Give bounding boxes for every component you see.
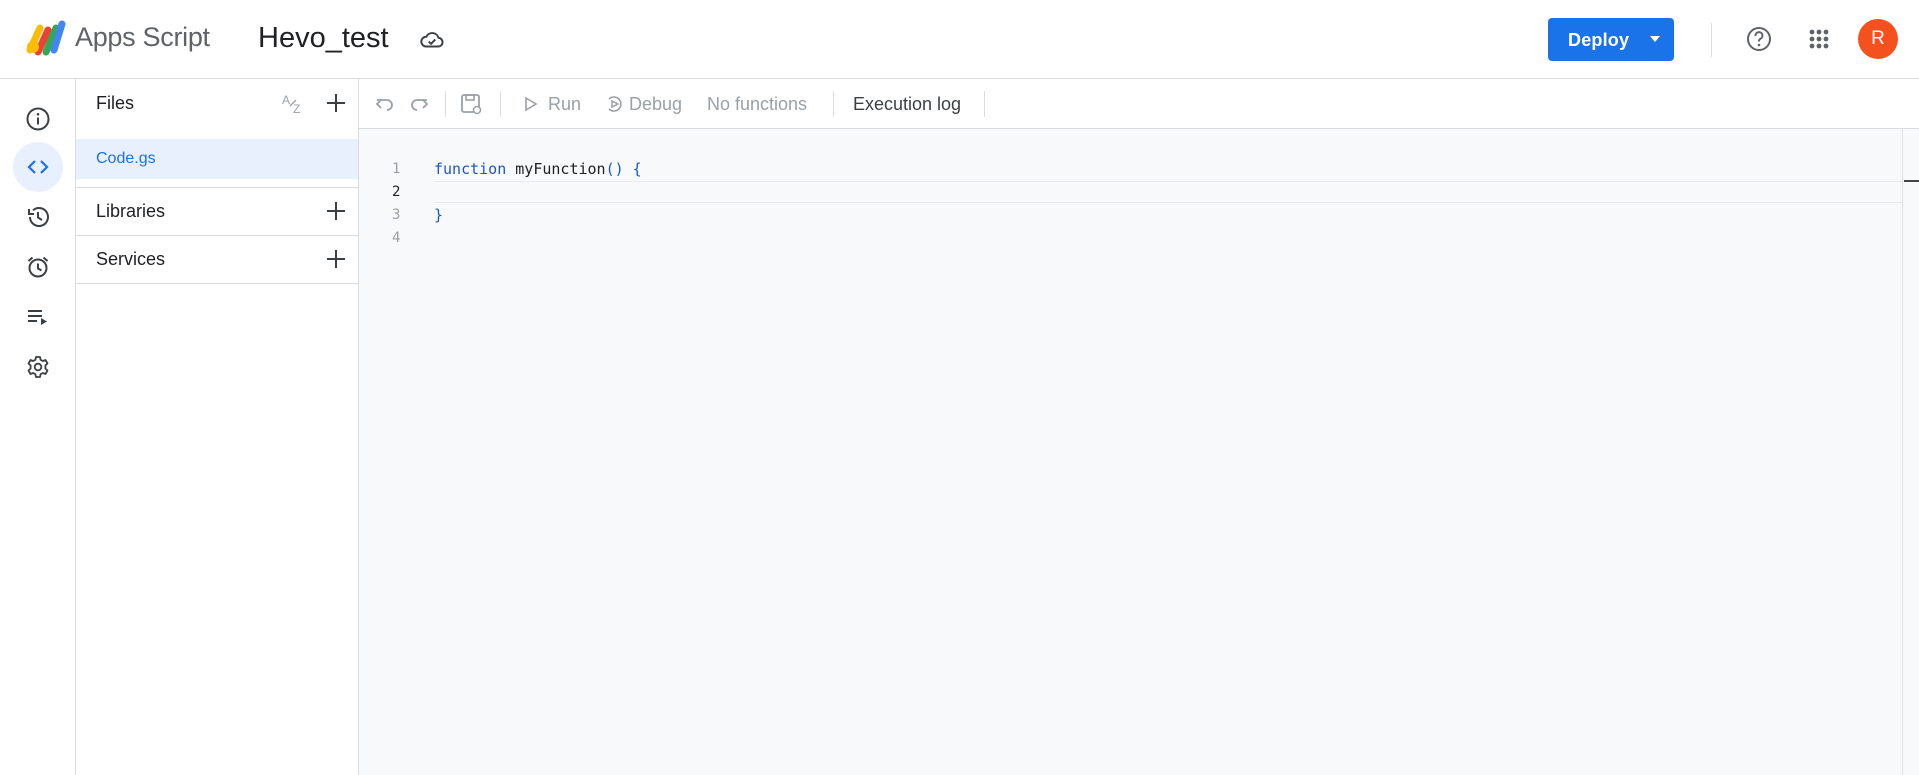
deploy-button[interactable]: Deploy — [1548, 18, 1674, 61]
executions-button[interactable] — [13, 292, 63, 342]
line-number: 2 — [392, 184, 401, 200]
deploy-label: Deploy — [1568, 30, 1630, 50]
app-name: Apps Script — [75, 22, 210, 52]
sort-az-icon[interactable]: A Z — [281, 92, 309, 116]
toolbar-divider — [984, 91, 985, 117]
cloud-saved-icon[interactable] — [419, 27, 445, 53]
divider — [76, 283, 359, 284]
debug-button[interactable]: Debug — [629, 94, 682, 115]
info-icon — [26, 107, 50, 131]
left-nav-rail — [0, 79, 76, 775]
debug-icon — [608, 96, 622, 112]
minimap-cursor-marker — [1904, 180, 1919, 182]
run-button[interactable]: Run — [548, 94, 581, 115]
editor-button[interactable] — [13, 142, 63, 192]
executions-icon — [28, 310, 47, 325]
alarm-icon — [27, 256, 49, 278]
current-line-highlight — [434, 181, 1902, 203]
top-bar: Apps Script Hevo_test Deploy R — [0, 0, 1919, 79]
services-title: Services — [96, 249, 166, 269]
line-number: 4 — [392, 230, 401, 246]
add-service-icon[interactable] — [325, 248, 347, 270]
code-close-brace: } — [434, 206, 444, 224]
project-settings-button[interactable] — [13, 342, 63, 392]
line-number: 3 — [392, 207, 401, 223]
code-icon — [27, 160, 49, 174]
execution-log-button[interactable]: Execution log — [853, 94, 961, 115]
save-icon[interactable] — [459, 92, 483, 116]
file-name: Code.gs — [96, 150, 156, 167]
svg-text:A: A — [282, 93, 290, 107]
undo-icon[interactable] — [373, 92, 397, 116]
overview-button[interactable] — [13, 94, 63, 144]
line-number: 1 — [392, 161, 401, 177]
files-title: Files — [96, 93, 135, 113]
settings-icon — [27, 356, 49, 378]
account-avatar[interactable]: R — [1858, 19, 1898, 59]
svg-text:Z: Z — [293, 102, 300, 116]
code-line-3[interactable]: } — [434, 206, 443, 224]
run-icon — [525, 96, 538, 112]
editor-toolbar: Run Debug No functions Execution log — [359, 79, 1919, 129]
files-panel: Files A Z Code.gs Libraries Services — [76, 79, 359, 775]
help-icon[interactable] — [1744, 24, 1774, 54]
add-library-icon[interactable] — [325, 200, 347, 222]
toolbar-divider — [833, 91, 834, 117]
file-item-code-gs[interactable]: Code.gs — [76, 139, 358, 179]
code-parens: () — [605, 160, 624, 178]
code-keyword: function — [434, 160, 507, 178]
code-editor[interactable]: 1 2 3 4 function myFunction() { } — [359, 129, 1919, 775]
toolbar-divider — [500, 91, 501, 117]
code-line-1[interactable]: function myFunction() { — [434, 160, 642, 178]
triggers-button[interactable] — [13, 242, 63, 292]
apps-script-logo[interactable] — [26, 20, 68, 56]
files-section-header: Files A Z — [76, 79, 359, 127]
google-apps-icon[interactable] — [1804, 24, 1834, 54]
header-divider — [1711, 23, 1712, 57]
caret-down-icon — [1650, 36, 1660, 42]
libraries-section-header: Libraries — [76, 187, 359, 235]
code-open-brace: { — [623, 160, 642, 178]
redo-icon[interactable] — [407, 92, 431, 116]
services-section-header: Services — [76, 235, 359, 283]
function-select[interactable]: No functions — [707, 94, 807, 115]
add-file-icon[interactable] — [325, 92, 347, 114]
toolbar-divider — [445, 91, 446, 117]
project-title[interactable]: Hevo_test — [254, 20, 393, 57]
history-icon — [28, 207, 49, 227]
code-function-name: myFunction — [506, 160, 606, 178]
minimap-edge — [1902, 129, 1903, 775]
project-history-button[interactable] — [13, 192, 63, 242]
libraries-title: Libraries — [96, 201, 166, 221]
